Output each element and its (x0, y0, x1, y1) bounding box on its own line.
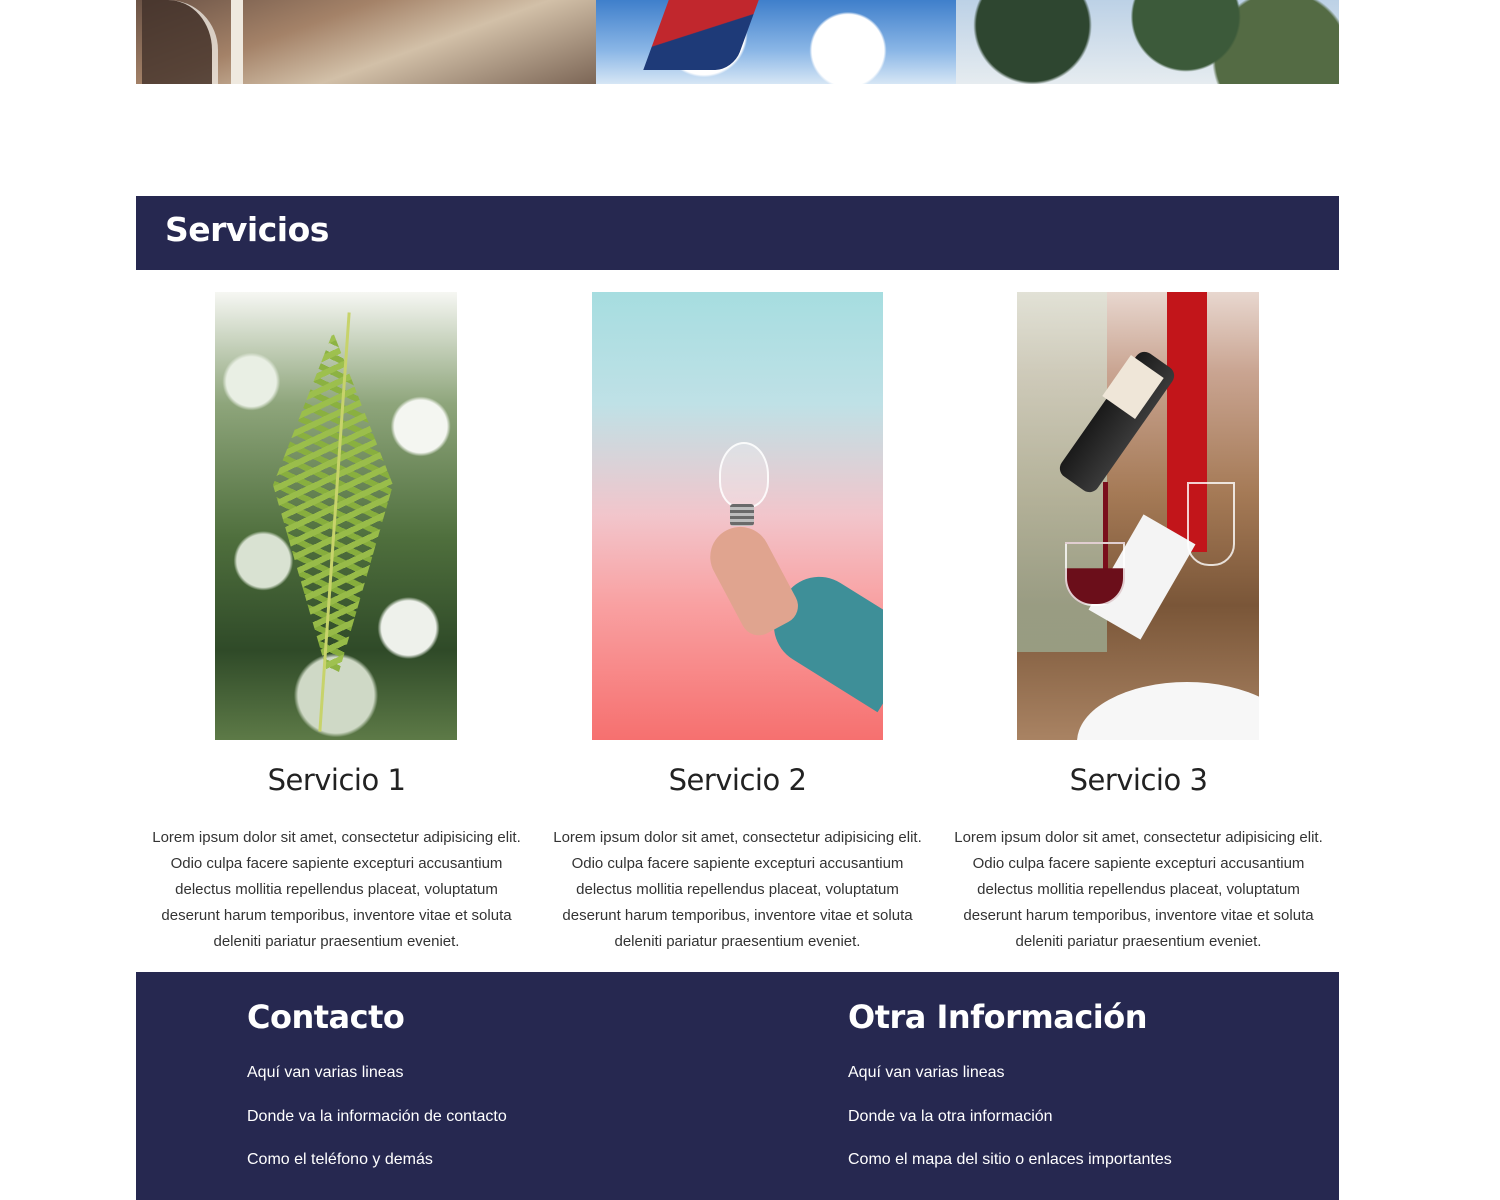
service-3-image (1017, 292, 1259, 740)
hero-building-trim (231, 0, 243, 84)
footer: Contacto Aquí van varias lineas Donde va… (136, 972, 1339, 1200)
fern-photo (215, 292, 457, 740)
hero-trees (956, 0, 1339, 84)
service-2-title: Servicio 2 (668, 763, 807, 797)
lightbulb-base (730, 504, 754, 526)
footer-other-info-line: Como el mapa del sitio o enlaces importa… (848, 1151, 1172, 1168)
fern-leaf (273, 332, 393, 672)
service-3-description: Lorem ipsum dolor sit amet, consectetur … (954, 829, 1323, 950)
service-card-1: Servicio 1 Lorem ipsum dolor sit amet, c… (144, 292, 529, 962)
services-header: Servicios (136, 196, 1339, 270)
empty-glass (1187, 482, 1235, 566)
hero-building (136, 0, 596, 84)
service-2-image (592, 292, 883, 740)
lightbulb-glass (719, 442, 769, 508)
footer-contact-line: Aquí van varias lineas (247, 1064, 404, 1081)
photo-plate (1077, 682, 1259, 740)
footer-other-info-title: Otra Información (848, 998, 1148, 1036)
page: Servicios Servicio 1 Lorem ipsum dolor s… (0, 0, 1500, 1200)
service-1-description: Lorem ipsum dolor sit amet, consectetur … (152, 829, 521, 950)
footer-other-info-line: Aquí van varias lineas (848, 1064, 1005, 1081)
hero-building-arch (142, 0, 218, 84)
hero-banner-image (136, 0, 1339, 84)
service-1-title: Servicio 1 (267, 763, 406, 797)
service-2-description: Lorem ipsum dolor sit amet, consectetur … (553, 829, 922, 950)
service-card-3: Servicio 3 Lorem ipsum dolor sit amet, c… (946, 292, 1331, 962)
footer-contact-line: Donde va la información de contacto (247, 1108, 507, 1125)
wine-photo (1017, 292, 1259, 740)
footer-contact-line: Como el teléfono y demás (247, 1151, 433, 1168)
hero-sky (596, 0, 956, 84)
services-grid: Servicio 1 Lorem ipsum dolor sit amet, c… (136, 292, 1339, 962)
service-card-2: Servicio 2 Lorem ipsum dolor sit amet, c… (545, 292, 930, 962)
wine-glass (1065, 542, 1125, 606)
lightbulb-photo (592, 292, 883, 740)
footer-other-info-line: Donde va la otra información (848, 1108, 1053, 1125)
service-1-image (215, 292, 457, 740)
service-3-title: Servicio 3 (1069, 763, 1208, 797)
services-heading: Servicios (165, 210, 329, 249)
footer-contact-title: Contacto (247, 998, 405, 1036)
